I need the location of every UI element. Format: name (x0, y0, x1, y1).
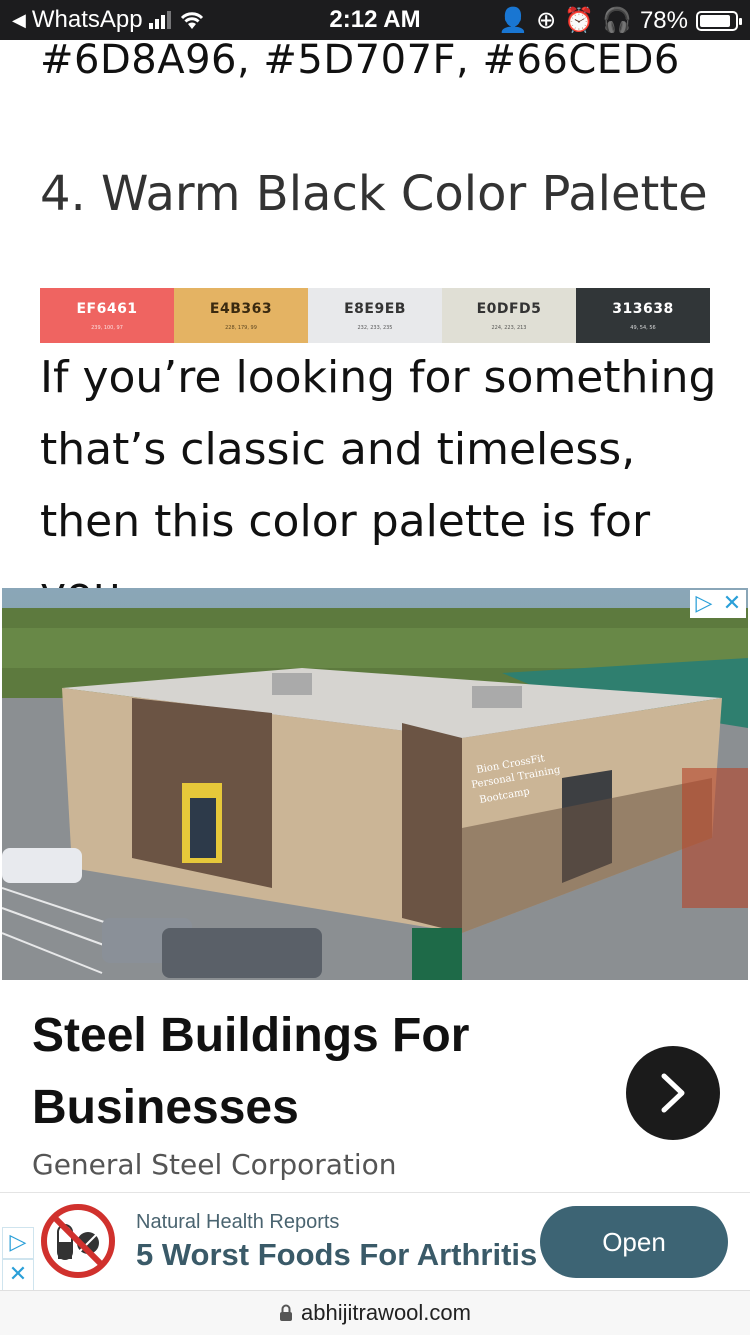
url-bar[interactable]: abhijitrawool.com (0, 1290, 750, 1335)
palette-swatch: E0DFD5 224, 223, 213 (442, 288, 576, 343)
rotation-lock-icon: ⊕ (536, 7, 557, 34)
ad-choices[interactable]: ▷ ✕ (690, 590, 746, 618)
swatch-rgb: 228, 179, 99 (225, 324, 257, 331)
color-palette: EF6461 239, 100, 97 E4B363 228, 179, 99 E8E9… (40, 288, 710, 343)
status-icons: 👤 ⊕ ⏰ 🎧 78% (498, 6, 742, 35)
swatch-hex: E4B363 (209, 300, 273, 317)
chevron-right-icon (661, 1073, 685, 1113)
banner-open-button[interactable]: Open (540, 1206, 728, 1278)
banner-ad[interactable]: ▷ ✕ Natural Health Reports 5 Worst Foods… (0, 1192, 750, 1291)
no-pills-icon (41, 1204, 115, 1278)
swatch-hex: 313638 (612, 300, 674, 317)
palette-swatch: 313638 49, 54, 56 (576, 288, 710, 343)
close-icon[interactable]: ✕ (718, 590, 746, 618)
previous-palette-codes: #6D8A96, #5D707F, #66CED6 (40, 37, 680, 83)
adchoices-icon[interactable]: ▷ (2, 1227, 34, 1259)
swatch-rgb: 232, 233, 235 (357, 324, 393, 331)
section-heading: 4. Warm Black Color Palette (40, 166, 708, 222)
headphones-icon: 🎧 (602, 7, 632, 34)
palette-swatch: E8E9EB 232, 233, 235 (308, 288, 442, 343)
alarm-icon: ⏰ (564, 7, 595, 34)
banner-ad-source: Natural Health Reports (136, 1211, 340, 1233)
url-domain: abhijitrawool.com (301, 1300, 471, 1325)
banner-ad-title[interactable]: 5 Worst Foods For Arthritis (136, 1237, 537, 1273)
close-icon[interactable]: ✕ (2, 1259, 34, 1291)
banner-ad-choices[interactable]: ▷ ✕ (2, 1227, 34, 1291)
ad-image[interactable]: Bion CrossFit Personal Training Bootcamp… (2, 588, 748, 980)
person-icon: 👤 (498, 7, 529, 34)
swatch-rgb: 239, 100, 97 (91, 324, 123, 331)
ad-title[interactable]: Steel Buildings For Businesses (32, 1000, 592, 1144)
display-ad[interactable]: Bion CrossFit Personal Training Bootcamp… (2, 588, 748, 1190)
palette-swatch: EF6461 239, 100, 97 (40, 288, 174, 343)
swatch-hex: E8E9EB (344, 300, 406, 317)
ad-sponsor[interactable]: General Steel Corporation (32, 1148, 397, 1181)
swatch-rgb: 224, 223, 213 (491, 324, 527, 331)
ad-building-photo: Bion CrossFit Personal Training Bootcamp (2, 588, 748, 980)
palette-swatch: E4B363 228, 179, 99 (174, 288, 308, 343)
swatch-rgb: 49, 54, 56 (630, 324, 656, 331)
battery-percent: 78% (639, 6, 688, 34)
battery-icon (696, 10, 742, 31)
ad-next-button[interactable] (626, 1046, 720, 1140)
article-paragraph: If you’re looking for something that’s c… (40, 352, 717, 619)
swatch-hex: EF6461 (76, 300, 138, 317)
lock-icon (280, 1304, 293, 1321)
adchoices-icon[interactable]: ▷ (690, 590, 718, 618)
swatch-hex: E0DFD5 (476, 300, 542, 317)
